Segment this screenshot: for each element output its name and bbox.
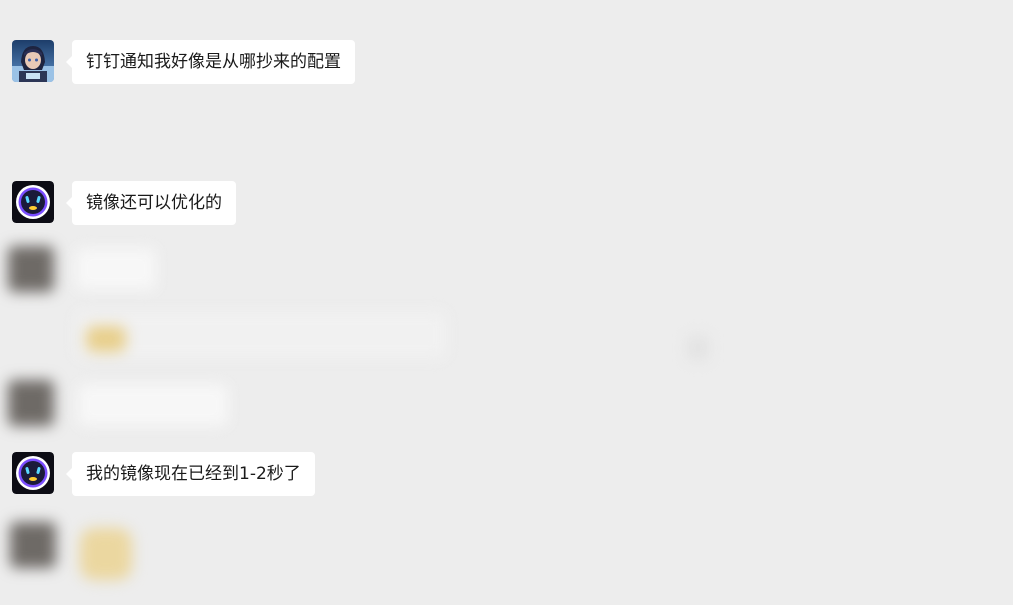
blurred-message-bubble <box>76 248 156 290</box>
chat-message: 镜像还可以优化的 <box>12 181 236 225</box>
message-bubble[interactable]: 镜像还可以优化的 <box>66 181 236 225</box>
blurred-item <box>688 336 708 360</box>
avatar[interactable] <box>12 40 54 82</box>
blurred-avatar <box>8 246 54 292</box>
blurred-sticker <box>80 528 132 580</box>
blurred-message-bubble <box>78 384 228 426</box>
message-bubble[interactable]: 我的镜像现在已经到1-2秒了 <box>66 452 315 496</box>
blurred-avatar <box>10 522 56 568</box>
blurred-avatar <box>8 380 54 426</box>
blurred-emoji <box>86 326 126 352</box>
chat-message: 我的镜像现在已经到1-2秒了 <box>12 452 315 496</box>
blurred-message-bubble <box>76 312 446 358</box>
anime-avatar-icon <box>12 40 54 82</box>
avatar[interactable] <box>12 181 54 223</box>
chat-message: 钉钉通知我好像是从哪抄来的配置 <box>12 40 355 84</box>
message-bubble[interactable]: 钉钉通知我好像是从哪抄来的配置 <box>66 40 355 84</box>
chat-message-list: 钉钉通知我好像是从哪抄来的配置 镜像还可以优化的 我的镜像现在已经到1-2秒了 <box>0 0 1013 605</box>
robot-avatar-icon <box>12 452 54 494</box>
avatar[interactable] <box>12 452 54 494</box>
robot-avatar-icon <box>12 181 54 223</box>
